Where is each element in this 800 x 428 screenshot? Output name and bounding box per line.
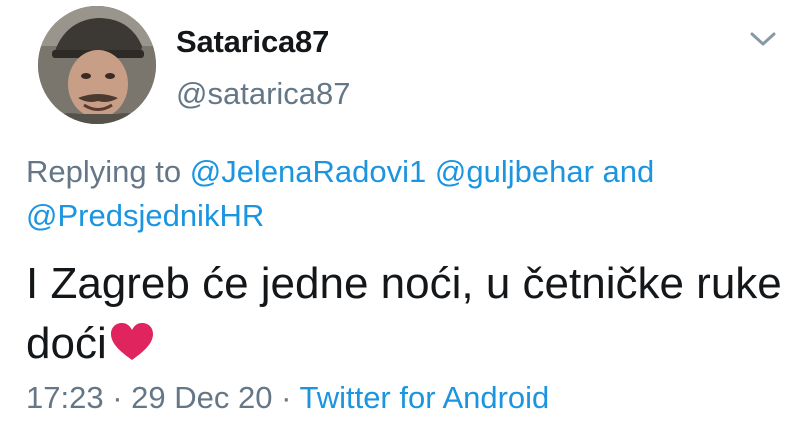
meta-separator: · xyxy=(272,380,300,415)
replying-to-label: Replying to xyxy=(26,154,182,189)
tweet-time: 17:23 xyxy=(26,380,104,415)
tweet-date[interactable]: 29 Dec 20 xyxy=(131,380,272,415)
user-handle[interactable]: @satarica87 xyxy=(176,76,351,112)
mention-link[interactable]: @PredsjednikHR xyxy=(26,198,264,233)
chevron-down-icon[interactable] xyxy=(748,28,778,50)
replying-conjunction: and xyxy=(602,154,655,189)
replying-to: Replying to @JelenaRadovi1 @guljbehar an… xyxy=(26,150,766,238)
mention-link[interactable]: @JelenaRadovi1 xyxy=(190,154,427,189)
avatar-image xyxy=(38,6,156,124)
mention-link[interactable]: @guljbehar xyxy=(435,154,594,189)
avatar[interactable] xyxy=(38,6,156,124)
meta-separator: · xyxy=(103,380,132,415)
tweet-meta: 17:23 · 29 Dec 20 · Twitter for Android xyxy=(26,380,549,416)
tweet-source[interactable]: Twitter for Android xyxy=(299,380,549,415)
tweet-card: Satarica87 @satarica87 Replying to @Jele… xyxy=(0,0,800,428)
tweet-text: I Zagreb će jedne noći, u četničke ruke … xyxy=(26,254,786,374)
red-heart-icon xyxy=(110,323,153,360)
display-name[interactable]: Satarica87 xyxy=(176,24,329,60)
